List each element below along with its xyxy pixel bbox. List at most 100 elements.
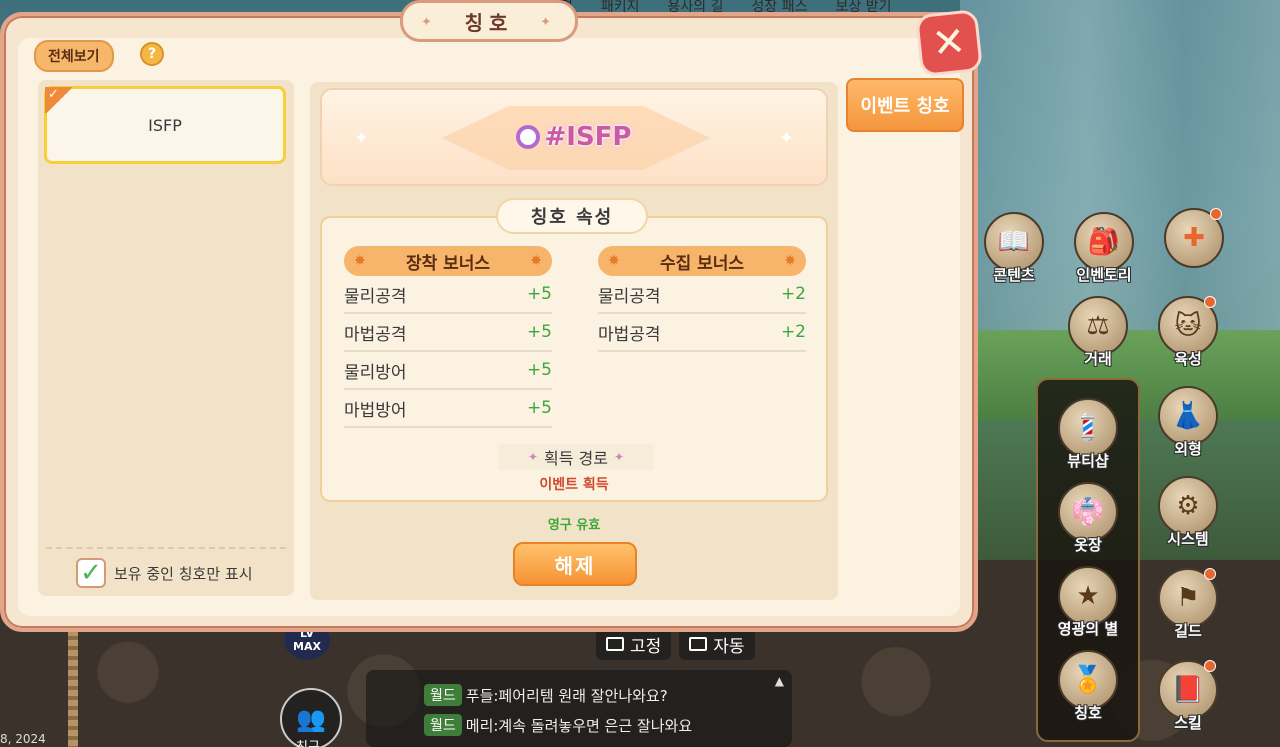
checkbox-checked-icon[interactable]: ✓ bbox=[76, 558, 106, 588]
menu-growth[interactable]: 🐱 육성 bbox=[1146, 296, 1230, 369]
chat-line: 월드 메리:계속 돌려놓우면 은근 잘나와요 bbox=[424, 714, 692, 736]
menu-contents[interactable]: 📖 콘텐츠 bbox=[972, 212, 1056, 285]
fix-button[interactable]: 고정 bbox=[596, 628, 672, 660]
equip-bonus-header: ✸ 장착 보너스 ✸ bbox=[344, 246, 552, 276]
acquire-route-value: 이벤트 획득 bbox=[539, 477, 609, 493]
chat-line: 월드 푸들:페어리템 원래 잘안나와요? bbox=[424, 684, 668, 706]
title-display-name: #ISFP bbox=[544, 122, 632, 152]
filter-label: 보유 중인 칭호만 표시 bbox=[114, 564, 253, 583]
diamond-icon: ✦ bbox=[613, 450, 625, 464]
friend-label: 친구 bbox=[296, 736, 320, 747]
sparkle-icon: ✦ bbox=[540, 15, 557, 30]
stat-name: 마법방어 bbox=[344, 400, 407, 421]
barber-pole-icon: 💈 bbox=[1058, 398, 1118, 458]
chat-box[interactable]: ▲ 월드 푸들:페어리템 원래 잘안나와요? 월드 메리:계속 돌려놓우면 은근… bbox=[366, 670, 792, 747]
menu-label: 영광의 별 bbox=[1057, 620, 1119, 638]
wardrobe-icon: 👗 bbox=[1158, 386, 1218, 446]
chat-expand-icon[interactable]: ▲ bbox=[775, 674, 784, 688]
title-display: #ISFP bbox=[516, 122, 632, 152]
duration-text: 영구 유효 bbox=[547, 518, 601, 533]
gear-icon: ⚙ bbox=[1158, 476, 1218, 536]
stat-row: 물리방어 +5 bbox=[344, 352, 552, 390]
menu-system[interactable]: ⚙ 시스템 bbox=[1146, 476, 1230, 549]
menu-label: 외형 bbox=[1174, 440, 1202, 458]
stat-value: +5 bbox=[526, 360, 552, 380]
menu-skill[interactable]: 📕 스킬 bbox=[1146, 660, 1230, 733]
stat-name: 물리공격 bbox=[344, 286, 407, 307]
menu-label: 인벤토리 bbox=[1076, 266, 1132, 284]
sparkle-icon: ✦ bbox=[354, 128, 370, 149]
attributes-header: 칭호 속성 bbox=[496, 198, 648, 234]
menu-appearance[interactable]: 👗 외형 bbox=[1146, 386, 1230, 459]
menu-label: 시스템 bbox=[1167, 530, 1209, 548]
stat-value: +5 bbox=[526, 284, 552, 304]
attributes-box: ✸ 장착 보너스 ✸ 물리공격 +5 마법공격 +5 물리방어 +5 마법방어 +5 ✸… bbox=[320, 216, 828, 502]
divider bbox=[46, 547, 286, 549]
submenu-glory-star[interactable]: ★ 영광의 별 bbox=[1046, 566, 1130, 639]
scale-icon: ⚖ bbox=[1068, 296, 1128, 356]
notification-dot bbox=[1210, 208, 1222, 220]
book-icon: 📖 bbox=[984, 212, 1044, 272]
monitor-icon bbox=[606, 637, 624, 651]
fix-label: 고정 bbox=[630, 636, 662, 657]
acquire-route-header: ✦ 획득 경로 ✦ bbox=[498, 444, 654, 470]
close-button[interactable]: ✕ bbox=[914, 8, 984, 78]
dialog-title-text: 칭호 bbox=[464, 10, 514, 35]
menu-trade[interactable]: ⚖ 거래 bbox=[1056, 296, 1140, 369]
monitor-icon bbox=[689, 637, 708, 651]
menu-dpad[interactable]: ✚ bbox=[1152, 208, 1236, 268]
title-list: ✓ ISFP ✓ 보유 중인 칭호만 표시 bbox=[38, 80, 294, 596]
chat-message: 메리:계속 돌려놓우면 은근 잘나와요 bbox=[465, 716, 693, 735]
auto-button[interactable]: 자동 bbox=[679, 628, 755, 660]
owned-only-filter[interactable]: ✓ 보유 중인 칭호만 표시 bbox=[76, 558, 253, 588]
help-button[interactable]: ? bbox=[140, 42, 164, 66]
date-stamp: 8, 2024 bbox=[0, 732, 46, 746]
collect-bonus-title: 수집 보너스 bbox=[659, 253, 745, 274]
backpack-icon: 🎒 bbox=[1074, 212, 1134, 272]
view-all-button[interactable]: 전체보기 bbox=[34, 40, 114, 72]
camera-buttons: 고정 자동 bbox=[596, 628, 755, 660]
close-icon: ✕ bbox=[929, 18, 969, 68]
star-icon: ✸ bbox=[354, 253, 366, 269]
event-title-tag: 이벤트 칭호 bbox=[846, 78, 964, 132]
menu-label: 뷰티샵 bbox=[1067, 452, 1109, 470]
owned-check-icon: ✓ bbox=[45, 87, 75, 113]
menu-label: 스킬 bbox=[1174, 714, 1202, 732]
title-item-name: ISFP bbox=[148, 115, 182, 135]
menu-label: 콘텐츠 bbox=[993, 266, 1035, 284]
star-icon: ✸ bbox=[530, 253, 542, 269]
stat-row: 물리공격 +2 bbox=[598, 276, 806, 314]
submenu-title[interactable]: 🏅 칭호 bbox=[1046, 650, 1130, 723]
stat-name: 물리공격 bbox=[598, 286, 661, 307]
stat-value: +2 bbox=[780, 284, 806, 304]
submenu-beauty-shop[interactable]: 💈 뷰티샵 bbox=[1046, 398, 1130, 471]
stat-row: 마법방어 +5 bbox=[344, 390, 552, 428]
menu-guild[interactable]: ⚑ 길드 bbox=[1146, 568, 1230, 641]
diamond-icon: ✦ bbox=[527, 450, 539, 464]
submenu-closet[interactable]: 👘 옷장 bbox=[1046, 482, 1130, 555]
rope bbox=[68, 630, 78, 747]
menu-label: 길드 bbox=[1174, 622, 1202, 640]
stat-value: +2 bbox=[780, 322, 806, 342]
level-max-text: MAX bbox=[293, 640, 321, 653]
closet-icon: 👘 bbox=[1058, 482, 1118, 542]
menu-inventory[interactable]: 🎒 인벤토리 bbox=[1062, 212, 1146, 285]
sparkle-icon: ✦ bbox=[778, 128, 794, 149]
stat-row: 마법공격 +5 bbox=[344, 314, 552, 352]
notification-dot bbox=[1204, 568, 1216, 580]
stat-value: +5 bbox=[526, 322, 552, 342]
title-list-item[interactable]: ✓ ISFP bbox=[44, 86, 286, 164]
friends-icon: 👥 bbox=[296, 705, 326, 733]
ring-icon bbox=[516, 125, 541, 149]
stat-name: 물리방어 bbox=[344, 362, 407, 383]
auto-label: 자동 bbox=[713, 636, 745, 657]
chat-channel-tag: 월드 bbox=[424, 684, 462, 706]
stat-name: 마법공격 bbox=[344, 324, 407, 345]
title-badge-icon: 🏅 bbox=[1058, 650, 1118, 710]
equip-bonus-title: 장착 보너스 bbox=[405, 253, 491, 274]
star-icon: ✸ bbox=[608, 253, 620, 269]
menu-label: 거래 bbox=[1084, 350, 1112, 368]
acquire-route-title: 획득 경로 bbox=[544, 449, 608, 468]
release-button[interactable]: 해제 bbox=[513, 542, 637, 586]
menu-label: 칭호 bbox=[1074, 704, 1102, 722]
